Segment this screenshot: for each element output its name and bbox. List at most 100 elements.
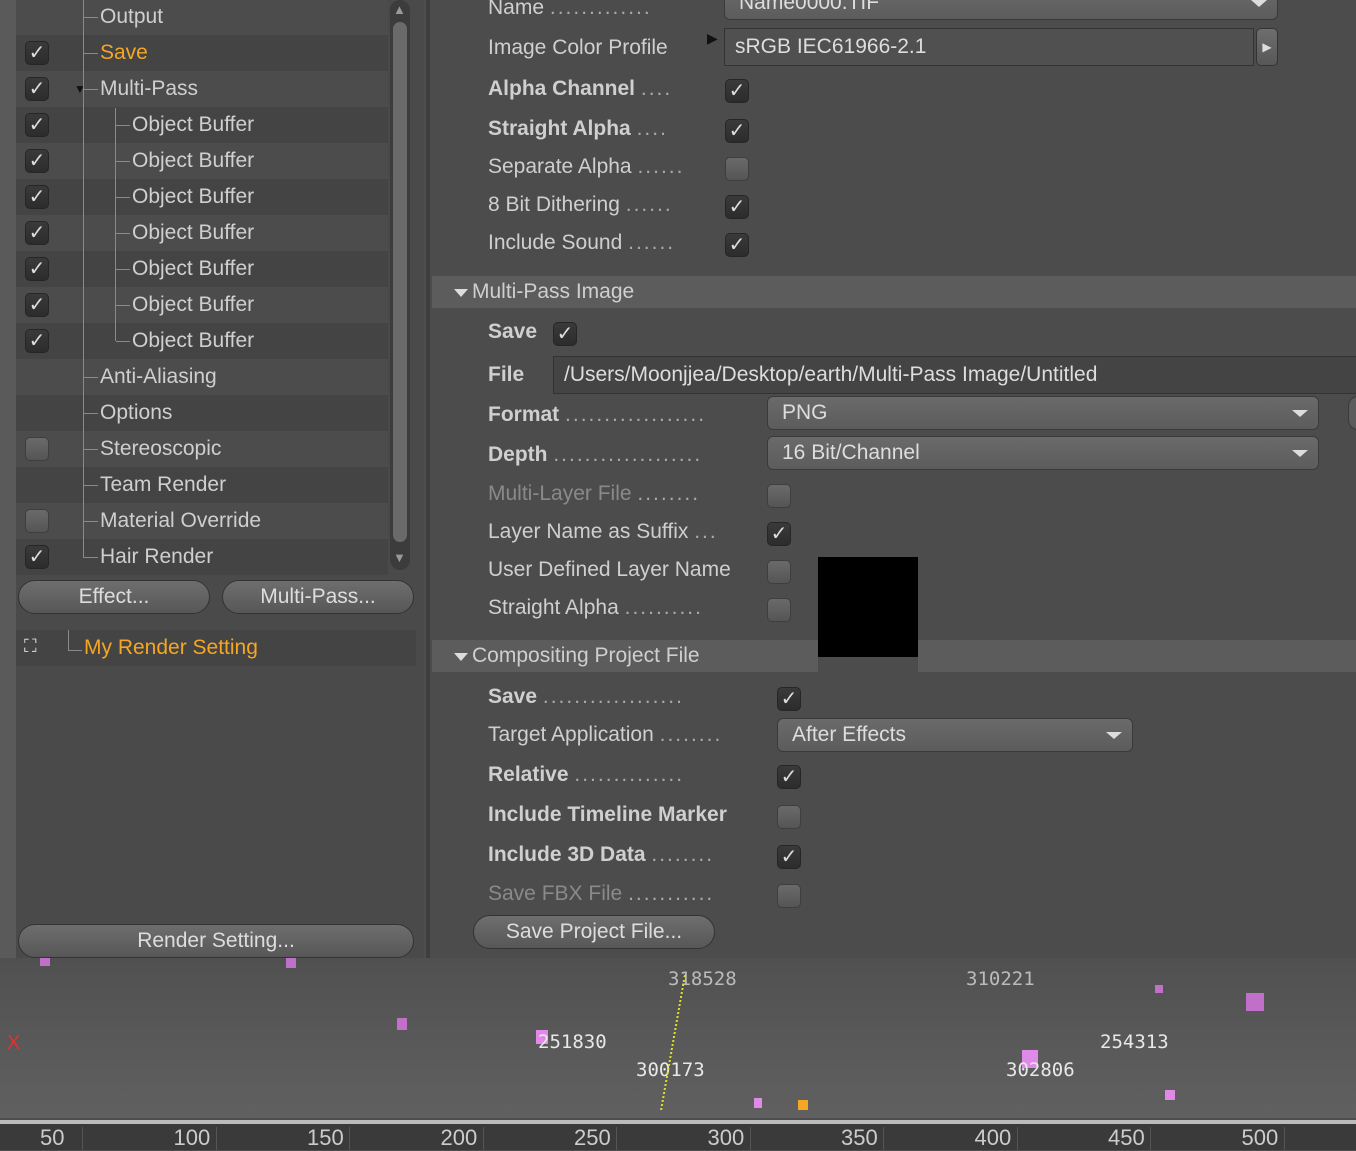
multipass-straight-checkbox[interactable] xyxy=(767,598,791,622)
expand-triangle-icon[interactable]: ▼ xyxy=(74,71,86,107)
tree-item-label: Object Buffer xyxy=(132,329,255,352)
tree-item[interactable]: ✓ Object Buffer xyxy=(16,251,388,287)
format-dropdown[interactable]: PNG xyxy=(767,396,1319,430)
tree-item-checkbox[interactable]: ✓ xyxy=(25,149,49,173)
tree-item[interactable]: ✓ Save xyxy=(16,35,388,71)
regular-straight_alpha-checkbox[interactable]: ✓ xyxy=(725,119,749,143)
tree-item-label: Object Buffer xyxy=(132,293,255,316)
multipass-multilayer-label: Multi-Layer File ........ xyxy=(488,482,701,505)
effect-button[interactable]: Effect... xyxy=(18,580,210,614)
color-profile-field[interactable]: sRGB IEC61966-2.1 xyxy=(724,28,1254,66)
viewport-edge xyxy=(0,0,16,958)
tree-item[interactable]: Material Override xyxy=(16,503,388,539)
tree-item-checkbox[interactable]: ✓ xyxy=(25,329,49,353)
ruler-tick xyxy=(482,1127,484,1150)
tree-item-checkbox[interactable] xyxy=(25,437,49,461)
tree-item[interactable]: Anti-Aliasing xyxy=(16,359,388,395)
multipass-multilayer-checkbox[interactable] xyxy=(767,484,791,508)
ruler-tick xyxy=(1150,1127,1151,1150)
tree-item[interactable]: ✓ ▼ Multi-Pass xyxy=(16,71,388,107)
compositing-data3d-checkbox[interactable]: ✓ xyxy=(777,845,801,869)
depth-label: Depth ................... xyxy=(488,443,703,466)
ruler-label: 200 xyxy=(440,1125,478,1150)
file-label: File xyxy=(488,363,525,386)
compositing-relative-checkbox[interactable]: ✓ xyxy=(777,765,801,789)
ruler-label: 300 xyxy=(707,1125,745,1150)
depth-dropdown[interactable]: 16 Bit/Channel xyxy=(767,436,1319,470)
tree-item-label: Save xyxy=(100,41,148,64)
ruler-tick xyxy=(616,1127,617,1150)
format-label: Format .................. xyxy=(488,403,707,426)
multipass-userdefined-checkbox[interactable] xyxy=(767,560,791,584)
scrollbar-thumb[interactable] xyxy=(393,22,407,542)
tree-item-checkbox[interactable] xyxy=(25,509,49,533)
ruler-label: 150 xyxy=(307,1125,344,1150)
tree-item-checkbox[interactable]: ✓ xyxy=(25,293,49,317)
tree-item-checkbox[interactable]: ✓ xyxy=(25,221,49,245)
viewport-label: 251830 xyxy=(538,1031,607,1053)
regular-alpha_channel-checkbox[interactable]: ✓ xyxy=(725,79,749,103)
tree-item[interactable]: ✓ Object Buffer xyxy=(16,215,388,251)
multipass-suffix-checkbox[interactable]: ✓ xyxy=(767,522,791,546)
tree-item-label: Stereoscopic xyxy=(100,437,222,460)
tree-item[interactable]: Options xyxy=(16,395,388,431)
file-path-field[interactable]: /Users/Moonjjea/Desktop/earth/Multi-Pass… xyxy=(553,356,1356,394)
format-options-button[interactable] xyxy=(1348,396,1356,430)
section-multipass-image[interactable]: Multi-Pass Image xyxy=(432,276,1356,308)
ruler-tick xyxy=(215,1127,217,1150)
multipass-button[interactable]: Multi-Pass... xyxy=(222,580,414,614)
target-application-dropdown[interactable]: After Effects xyxy=(777,718,1133,752)
regular-separate_alpha-checkbox[interactable] xyxy=(725,157,749,181)
multipass-save-checkbox[interactable]: ✓ xyxy=(553,322,577,346)
tree-item-checkbox[interactable]: ✓ xyxy=(25,41,49,65)
name-dropdown[interactable]: Name0000.TIF xyxy=(724,0,1278,20)
render-setting-name: My Render Setting xyxy=(84,636,258,659)
tree-item[interactable]: ✓ Object Buffer xyxy=(16,323,388,359)
tree-item[interactable]: Team Render xyxy=(16,467,388,503)
regular-sound-checkbox[interactable]: ✓ xyxy=(725,233,749,257)
ruler-tick xyxy=(349,1127,350,1150)
compositing-timeline-label: Include Timeline Marker xyxy=(488,803,727,826)
tree-item[interactable]: ✓ Object Buffer xyxy=(16,107,388,143)
scroll-down-icon[interactable]: ▼ xyxy=(393,550,406,565)
render-setting-row[interactable]: ⛶ My Render Setting xyxy=(16,630,416,666)
save-project-file-button[interactable]: Save Project File... xyxy=(473,915,715,949)
tree-item[interactable]: Stereoscopic xyxy=(16,431,388,467)
ruler-tick xyxy=(1016,1127,1018,1150)
regular-dithering-checkbox[interactable]: ✓ xyxy=(725,195,749,219)
ruler-tick xyxy=(749,1127,751,1150)
ruler-tick xyxy=(82,1127,83,1150)
tree-item-label: Output xyxy=(100,5,164,28)
section-compositing-project-file[interactable]: Compositing Project File xyxy=(432,640,818,672)
compositing-fbx-checkbox[interactable] xyxy=(777,884,801,908)
tree-item-label: Hair Render xyxy=(100,545,214,568)
name-label: Name ............. xyxy=(488,0,652,19)
ruler-label: 100 xyxy=(173,1125,211,1150)
compositing-save-checkbox[interactable]: ✓ xyxy=(777,687,801,711)
tree-item-label: Object Buffer xyxy=(132,221,255,244)
profile-menu-button[interactable]: ▶ xyxy=(1256,28,1278,66)
tree-item-checkbox[interactable]: ✓ xyxy=(25,113,49,137)
compositing-timeline-checkbox[interactable] xyxy=(777,805,801,829)
scroll-up-icon[interactable]: ▲ xyxy=(393,2,406,17)
render-setting-button[interactable]: Render Setting... xyxy=(18,924,414,958)
tree-item[interactable]: ✓ Object Buffer xyxy=(16,179,388,215)
tree-item-checkbox[interactable]: ✓ xyxy=(25,545,49,569)
tree-item-label: Team Render xyxy=(100,473,227,496)
tree-item-checkbox[interactable]: ✓ xyxy=(25,77,49,101)
ruler-label: 400 xyxy=(974,1125,1012,1150)
profile-arrow-icon[interactable]: ▶ xyxy=(707,30,718,47)
tree-item[interactable]: ✓ Hair Render xyxy=(16,539,388,575)
tree-item-label: Object Buffer xyxy=(132,149,255,172)
viewport-label: 310221 xyxy=(966,968,1035,990)
ruler-tick xyxy=(1283,1127,1285,1150)
tree-item-label: Object Buffer xyxy=(132,185,255,208)
tree-item[interactable]: Output xyxy=(16,0,388,35)
tree-item[interactable]: ✓ Object Buffer xyxy=(16,143,388,179)
tree-item-checkbox[interactable]: ✓ xyxy=(25,185,49,209)
tree-item-checkbox[interactable]: ✓ xyxy=(25,257,49,281)
multipass-save-label: Save xyxy=(488,320,538,343)
tree-item-label: Object Buffer xyxy=(132,113,255,136)
tree-item-label: Material Override xyxy=(100,509,262,532)
tree-item[interactable]: ✓ Object Buffer xyxy=(16,287,388,323)
